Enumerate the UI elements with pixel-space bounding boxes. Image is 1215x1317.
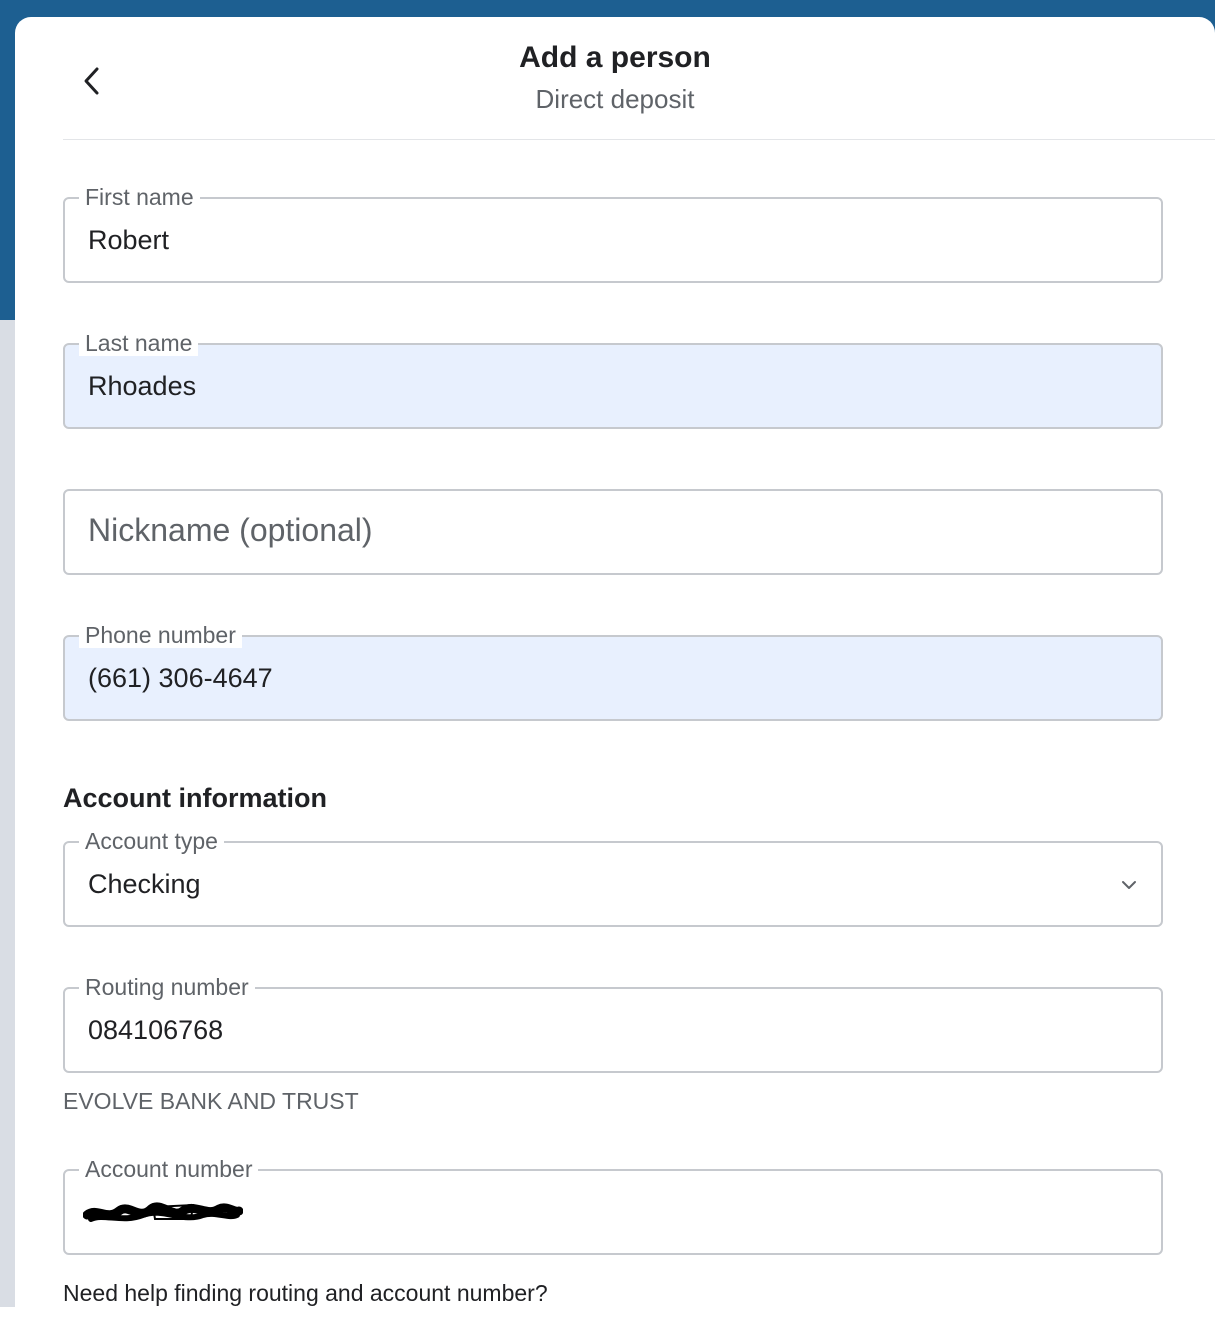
redaction-scribble <box>83 1202 243 1222</box>
routing-help-link[interactable]: Need help finding routing and account nu… <box>63 1280 548 1307</box>
account-type-select[interactable]: Account type Checking <box>63 828 1163 927</box>
page-subtitle: Direct deposit <box>535 84 695 114</box>
phone-number-input[interactable] <box>88 637 1088 719</box>
page-title: Add a person <box>519 41 711 74</box>
phone-number-field[interactable]: Phone number <box>63 622 1163 721</box>
routing-number-field[interactable]: Routing number <box>63 974 1163 1073</box>
account-number-label: Account number <box>79 1156 259 1182</box>
chevron-down-icon <box>1122 881 1136 889</box>
first-name-field[interactable]: First name <box>63 184 1163 283</box>
dialog-header: Add a person Direct deposit <box>15 17 1215 140</box>
account-type-value: Checking <box>88 869 201 899</box>
nickname-input[interactable] <box>88 491 1088 573</box>
routing-number-input[interactable] <box>88 989 1088 1071</box>
last-name-field[interactable]: Last name <box>63 330 1163 429</box>
last-name-input[interactable] <box>88 345 1088 427</box>
nickname-field[interactable] <box>63 489 1163 575</box>
account-number-field[interactable]: Account number <box>63 1156 1163 1255</box>
add-person-dialog: Add a person Direct deposit First name L… <box>15 17 1215 1317</box>
account-information-heading: Account information <box>63 783 327 813</box>
first-name-input[interactable] <box>88 199 1088 281</box>
bank-name: EVOLVE BANK AND TRUST <box>63 1088 359 1114</box>
header-divider <box>63 139 1215 140</box>
